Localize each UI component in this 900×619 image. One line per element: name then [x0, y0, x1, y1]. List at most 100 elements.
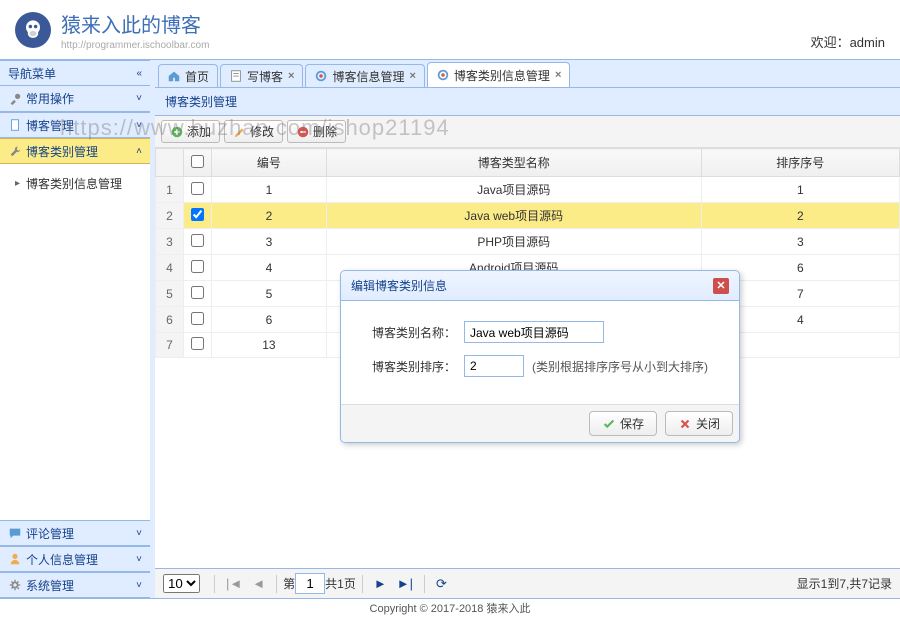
- save-button[interactable]: 保存: [589, 411, 657, 436]
- sidebar-section-1[interactable]: 博客管理˅: [0, 112, 150, 138]
- checkbox-cell[interactable]: [184, 333, 212, 358]
- footer: Copyright © 2017-2018 猿来入此: [0, 598, 900, 618]
- logo: [15, 12, 51, 48]
- edit-icon: [229, 69, 243, 83]
- expand-icon: ˄: [136, 146, 142, 157]
- dialog-close-icon[interactable]: ✕: [713, 278, 729, 294]
- order-cell: 2: [701, 203, 899, 229]
- tab-close-icon[interactable]: ×: [288, 70, 294, 82]
- tab-close-icon[interactable]: ×: [409, 70, 415, 82]
- tab-0[interactable]: 首页: [158, 64, 218, 87]
- dialog-title: 编辑博客类别信息: [351, 277, 447, 294]
- checkbox-cell[interactable]: [184, 307, 212, 333]
- sidebar-section-label: 评论管理: [26, 525, 136, 542]
- order-cell: 3: [701, 229, 899, 255]
- tab-label: 写博客: [247, 68, 283, 85]
- checkbox-cell[interactable]: [184, 255, 212, 281]
- id-cell: 6: [212, 307, 327, 333]
- cross-icon: [678, 417, 692, 431]
- site-title: 猿来入此的博客: [61, 9, 209, 38]
- tab-2[interactable]: 博客信息管理 ×: [305, 64, 424, 87]
- delete-button[interactable]: 删除: [287, 120, 346, 143]
- checkbox-cell[interactable]: [184, 203, 212, 229]
- rownum-cell: 2: [156, 203, 184, 229]
- col-header-1[interactable]: 博客类型名称: [326, 149, 701, 177]
- collapse-icon[interactable]: «: [136, 68, 142, 79]
- name-cell: Java项目源码: [326, 177, 701, 203]
- name-label: 博客类别名称：: [366, 324, 456, 341]
- sidebar-section-label: 博客管理: [26, 117, 136, 134]
- table-row[interactable]: 22Java web项目源码2: [156, 203, 900, 229]
- tree-item-category[interactable]: 博客类别信息管理: [10, 172, 140, 195]
- category-order-input[interactable]: [464, 355, 524, 377]
- expand-icon: ˅: [136, 120, 142, 131]
- table-row[interactable]: 11Java项目源码1: [156, 177, 900, 203]
- sidebar: 导航菜单 « 常用操作˅博客管理˅博客类别管理˄博客类别信息管理评论管理˅个人信…: [0, 60, 155, 598]
- sidebar-section-4[interactable]: 个人信息管理˅: [0, 546, 150, 572]
- expand-icon: ˅: [136, 528, 142, 539]
- first-page-icon[interactable]: |◄: [221, 576, 247, 591]
- tab-label: 博客信息管理: [332, 68, 404, 85]
- id-cell: 1: [212, 177, 327, 203]
- refresh-icon[interactable]: ⟳: [431, 576, 452, 592]
- tab-1[interactable]: 写博客 ×: [220, 64, 303, 87]
- sidebar-section-5[interactable]: 系统管理˅: [0, 572, 150, 598]
- checkbox-cell[interactable]: [184, 177, 212, 203]
- prev-page-icon[interactable]: ◄: [247, 576, 270, 591]
- expand-icon: ˅: [136, 554, 142, 565]
- rownum-cell: 5: [156, 281, 184, 307]
- checkbox-cell[interactable]: [184, 281, 212, 307]
- sidebar-header[interactable]: 导航菜单 «: [0, 60, 150, 86]
- rownum-cell: 1: [156, 177, 184, 203]
- rownum-cell: 3: [156, 229, 184, 255]
- sidebar-section-2[interactable]: 博客类别管理˄: [0, 138, 150, 164]
- checkbox-cell[interactable]: [184, 229, 212, 255]
- sidebar-section-label: 博客类别管理: [26, 143, 136, 160]
- order-label: 博客类别排序：: [366, 358, 456, 375]
- next-page-icon[interactable]: ►: [369, 576, 392, 591]
- toolbar: 添加 修改 删除: [155, 116, 900, 148]
- user-icon: [8, 552, 22, 566]
- sidebar-section-label: 系统管理: [26, 577, 136, 594]
- edit-button[interactable]: 修改: [224, 120, 283, 143]
- tab-close-icon[interactable]: ×: [555, 69, 561, 81]
- comment-icon: [8, 526, 22, 540]
- table-row[interactable]: 33PHP项目源码3: [156, 229, 900, 255]
- tab-3[interactable]: 博客类别信息管理 ×: [427, 62, 570, 87]
- id-cell: 13: [212, 333, 327, 358]
- last-page-icon[interactable]: ►|: [392, 576, 418, 591]
- tools-icon: [8, 92, 22, 106]
- add-button[interactable]: 添加: [161, 120, 220, 143]
- checkall-header[interactable]: [184, 149, 212, 177]
- pager: 10 |◄ ◄ 第 共1页 ► ►| ⟳ 显示1到7,共7记录: [155, 568, 900, 598]
- page-input[interactable]: [295, 573, 325, 594]
- category-name-input[interactable]: [464, 321, 604, 343]
- sidebar-section-0[interactable]: 常用操作˅: [0, 86, 150, 112]
- tabs: 首页 写博客 × 博客信息管理 × 博客类别信息管理 ×: [155, 60, 900, 88]
- col-header-2[interactable]: 排序序号: [701, 149, 899, 177]
- home-icon: [167, 69, 181, 83]
- name-cell: Java web项目源码: [326, 203, 701, 229]
- id-cell: 2: [212, 203, 327, 229]
- id-cell: 3: [212, 229, 327, 255]
- rownum-header: [156, 149, 184, 177]
- pager-info: 显示1到7,共7记录: [797, 575, 892, 592]
- doc-icon: [8, 118, 22, 132]
- dialog-title-bar[interactable]: 编辑博客类别信息 ✕: [341, 271, 739, 301]
- page-size-select[interactable]: 10: [163, 574, 200, 593]
- col-header-0[interactable]: 编号: [212, 149, 327, 177]
- tab-label: 博客类别信息管理: [454, 67, 550, 84]
- close-button[interactable]: 关闭: [665, 411, 733, 436]
- edit-icon: [233, 125, 247, 139]
- header: 猿来入此的博客 http://programmer.ischoolbar.com…: [0, 0, 900, 60]
- sidebar-section-label: 个人信息管理: [26, 551, 136, 568]
- sidebar-section-3[interactable]: 评论管理˅: [0, 520, 150, 546]
- rownum-cell: 7: [156, 333, 184, 358]
- sidebar-section-label: 常用操作: [26, 90, 136, 107]
- expand-icon: ˅: [136, 93, 142, 104]
- target-icon: [436, 68, 450, 82]
- name-cell: PHP项目源码: [326, 229, 701, 255]
- target-icon: [314, 69, 328, 83]
- edit-dialog: 编辑博客类别信息 ✕ 博客类别名称： 博客类别排序： (类别根据排序序号从小到大…: [340, 270, 740, 443]
- check-icon: [602, 417, 616, 431]
